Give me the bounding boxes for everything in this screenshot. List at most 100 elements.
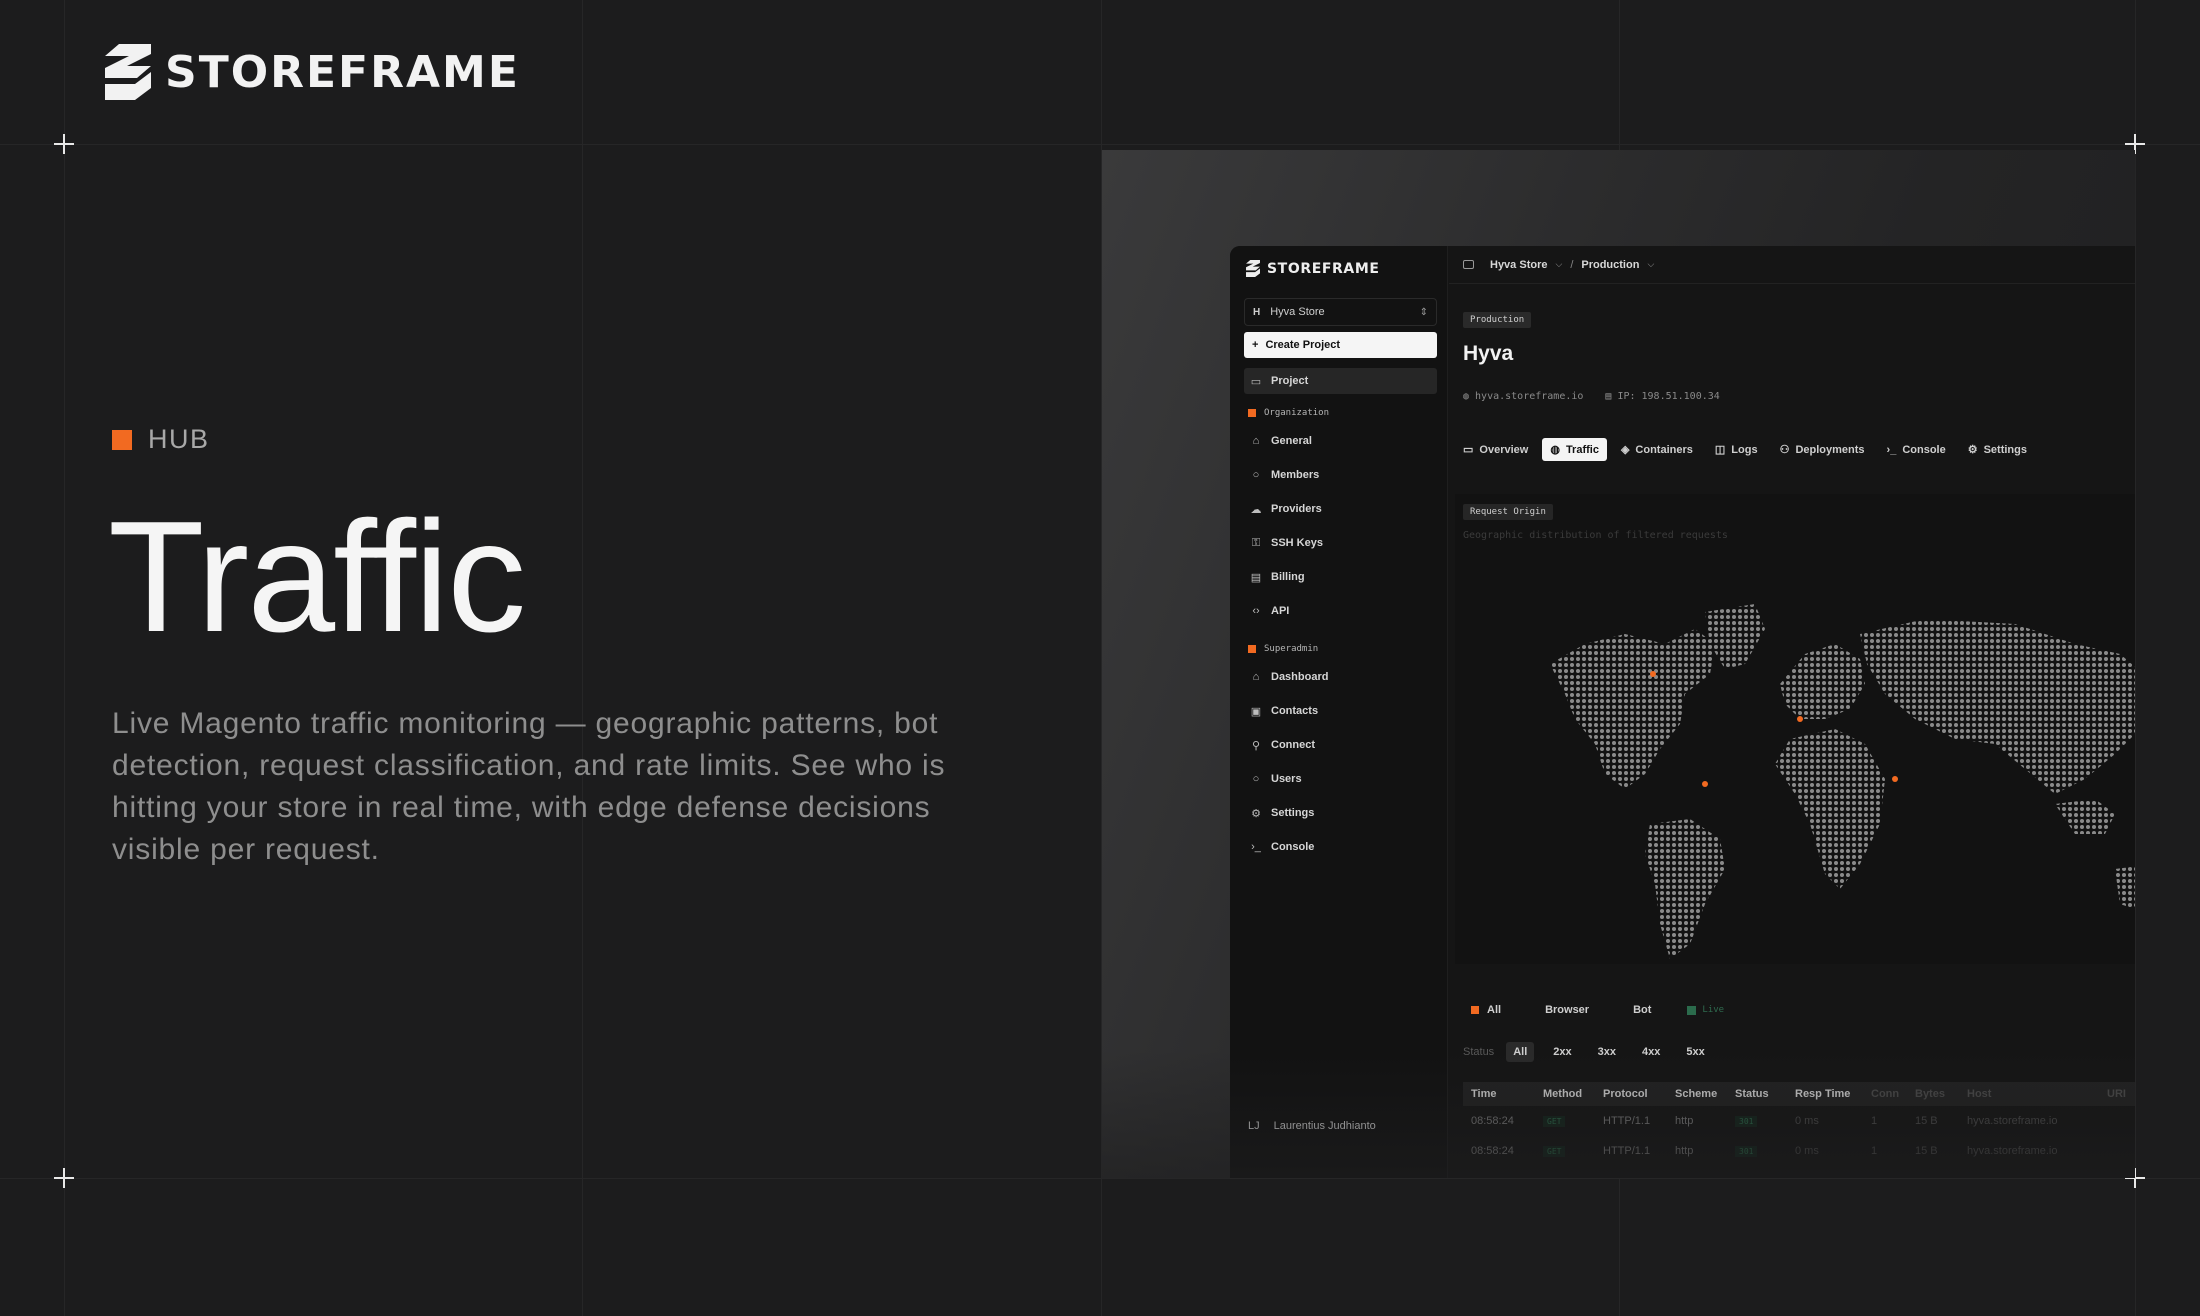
plug-icon: ⚲ xyxy=(1251,739,1261,752)
sidebar-brand[interactable]: STOREFRAME xyxy=(1246,260,1380,277)
sidebar-item-label: Providers xyxy=(1271,503,1322,515)
sidebar-item-dashboard[interactable]: ⌂ Dashboard xyxy=(1244,664,1437,690)
status-chip-all[interactable]: All xyxy=(1506,1042,1535,1062)
cell-protocol: HTTP/1.1 xyxy=(1603,1115,1651,1127)
column-header[interactable]: Resp Time xyxy=(1787,1088,1863,1100)
table-header: Time Method Protocol Scheme Status Resp … xyxy=(1463,1082,2135,1106)
store-domain[interactable]: hyva.storeframe.io xyxy=(1475,391,1583,402)
sidebar-item-connect[interactable]: ⚲ Connect xyxy=(1244,732,1437,758)
request-origin-map-card: Request Origin Geographic distribution o… xyxy=(1455,494,2135,964)
sidebar-item-label: Connect xyxy=(1271,739,1315,751)
terminal-icon: ›_ xyxy=(1886,443,1897,456)
sidebar-item-settings[interactable]: ⚙ Settings xyxy=(1244,800,1437,826)
sidebar-item-label: General xyxy=(1271,435,1312,447)
cell-host: hyva.storeframe.io xyxy=(1967,1115,2058,1127)
tab-deployments[interactable]: ⚇ Deployments xyxy=(1772,438,1873,461)
filter-all[interactable]: All xyxy=(1463,1000,1509,1020)
breadcrumb: Hyva Store ⌵ / Production ⌵ xyxy=(1490,259,1654,271)
folder-icon: ▭ xyxy=(1250,375,1262,388)
env-badge: Production xyxy=(1463,312,1532,328)
cell-bytes: 15 B xyxy=(1915,1145,1938,1157)
deploy-icon: ⚇ xyxy=(1779,444,1790,456)
key-icon: ⚿ xyxy=(1251,536,1261,549)
sidebar-item-members[interactable]: ○ Members xyxy=(1244,462,1437,488)
user-icon: ○ xyxy=(1252,773,1260,785)
traffic-marker xyxy=(1797,716,1803,722)
status-chip-3xx[interactable]: 3xx xyxy=(1591,1042,1623,1062)
column-header[interactable]: Bytes xyxy=(1907,1088,1959,1100)
sidebar-item-providers[interactable]: ☁ Providers xyxy=(1244,496,1437,522)
tab-traffic[interactable]: ◍ Traffic xyxy=(1542,438,1607,461)
sidebar-item-api[interactable]: ‹› API xyxy=(1244,598,1437,624)
cell-method: GET xyxy=(1543,1116,1566,1127)
sidebar-item-contacts[interactable]: ▣ Contacts xyxy=(1244,698,1437,724)
status-chip-4xx[interactable]: 4xx xyxy=(1635,1042,1667,1062)
status-chip-5xx[interactable]: 5xx xyxy=(1679,1042,1711,1062)
table-row[interactable]: 08:58:24 GET HTTP/1.1 http 301 0 ms 1 15… xyxy=(1463,1136,2135,1166)
brand-logo[interactable]: STOREFRAME xyxy=(105,44,520,100)
sidebar-item-billing[interactable]: ▤ Billing xyxy=(1244,564,1437,590)
tab-console[interactable]: ›_ Console xyxy=(1879,438,1954,461)
sidebar-toggle-icon[interactable] xyxy=(1463,260,1474,269)
sidebar: STOREFRAME H Hyva Store ⇕ + Create Proje… xyxy=(1230,246,1448,1178)
column-header[interactable]: Protocol xyxy=(1595,1088,1667,1100)
sidebar-item-label: SSH Keys xyxy=(1271,537,1323,549)
tab-settings[interactable]: ⚙ Settings xyxy=(1960,438,2035,461)
sidebar-item-project[interactable]: ▭ Project xyxy=(1244,368,1437,394)
sidebar-item-label: Billing xyxy=(1271,571,1305,583)
tab-label: Settings xyxy=(1983,443,2027,456)
sidebar-item-console[interactable]: ›_ Console xyxy=(1244,834,1437,860)
filter-bot[interactable]: Bot xyxy=(1625,1000,1659,1020)
breadcrumb-store[interactable]: Hyva Store xyxy=(1490,259,1547,271)
status-filter: Status All 2xx 3xx 4xx 5xx xyxy=(1463,1042,1712,1062)
world-dot-map xyxy=(1550,604,2135,959)
column-header[interactable]: Method xyxy=(1535,1088,1595,1100)
column-header[interactable]: Conn xyxy=(1863,1088,1907,1100)
chevron-down-icon: ⌵ xyxy=(1555,259,1563,269)
sidebar-item-label: Members xyxy=(1271,469,1320,481)
table-row[interactable]: 08:58:24 GET HTTP/1.1 http 301 0 ms 1 15… xyxy=(1463,1106,2135,1136)
tab-containers[interactable]: ◈ Containers xyxy=(1613,438,1701,461)
live-toggle[interactable]: Live xyxy=(1687,1005,1724,1015)
tab-bar: ▭ Overview ◍ Traffic ◈ Containers ◫ Logs ⚇ De… xyxy=(1455,438,2035,461)
project-selector[interactable]: H Hyva Store ⇕ xyxy=(1244,298,1437,326)
app-preview: STOREFRAME H Hyva Store ⇕ + Create Proje… xyxy=(1102,150,2135,1178)
monitor-icon: ▭ xyxy=(1463,444,1474,456)
cell-scheme: http xyxy=(1675,1115,1694,1127)
status-chip-2xx[interactable]: 2xx xyxy=(1546,1042,1578,1062)
sidebar-item-users[interactable]: ○ Users xyxy=(1244,766,1437,792)
section-heading-label: Organization xyxy=(1264,408,1330,418)
store-ip: IP: 198.51.100.34 xyxy=(1617,391,1720,402)
sidebar-item-general[interactable]: ⌂ General xyxy=(1244,428,1437,454)
cell-conn: 1 xyxy=(1871,1115,1878,1127)
column-header[interactable]: Time xyxy=(1463,1088,1535,1100)
contacts-icon: ▣ xyxy=(1250,705,1262,718)
live-indicator-icon xyxy=(1687,1005,1697,1015)
tab-label: Logs xyxy=(1731,443,1758,456)
grid-line xyxy=(582,0,583,1316)
cell-status: 301 xyxy=(1735,1116,1758,1127)
tab-overview[interactable]: ▭ Overview xyxy=(1455,438,1536,461)
tab-logs[interactable]: ◫ Logs xyxy=(1707,438,1766,461)
sidebar-item-ssh-keys[interactable]: ⚿ SSH Keys xyxy=(1244,530,1437,556)
filter-browser[interactable]: Browser xyxy=(1537,1000,1597,1020)
column-header[interactable]: Status xyxy=(1727,1088,1787,1100)
breadcrumb-env[interactable]: Production xyxy=(1581,259,1639,271)
accent-square-icon xyxy=(1471,1006,1479,1014)
live-label: Live xyxy=(1702,1005,1725,1015)
project-selector-label: Hyva Store xyxy=(1270,306,1325,318)
section-heading-label: Superadmin xyxy=(1264,644,1319,654)
tab-label: Traffic xyxy=(1565,443,1599,456)
filter-label: All xyxy=(1487,1004,1502,1016)
code-icon: ‹› xyxy=(1252,605,1260,617)
user-profile[interactable]: LJ Laurentius Judhianto xyxy=(1248,1120,1376,1132)
column-header[interactable]: URI xyxy=(2099,1088,2135,1100)
column-header[interactable]: Scheme xyxy=(1667,1088,1727,1100)
cell-conn: 1 xyxy=(1871,1145,1878,1157)
storeframe-logo-icon xyxy=(1246,260,1260,277)
cell-host: hyva.storeframe.io xyxy=(1967,1145,2058,1157)
create-project-button[interactable]: + Create Project xyxy=(1244,332,1437,358)
server-icon: ▤ xyxy=(1605,391,1612,402)
status-filter-label: Status xyxy=(1463,1046,1495,1058)
column-header[interactable]: Host xyxy=(1959,1088,2099,1100)
